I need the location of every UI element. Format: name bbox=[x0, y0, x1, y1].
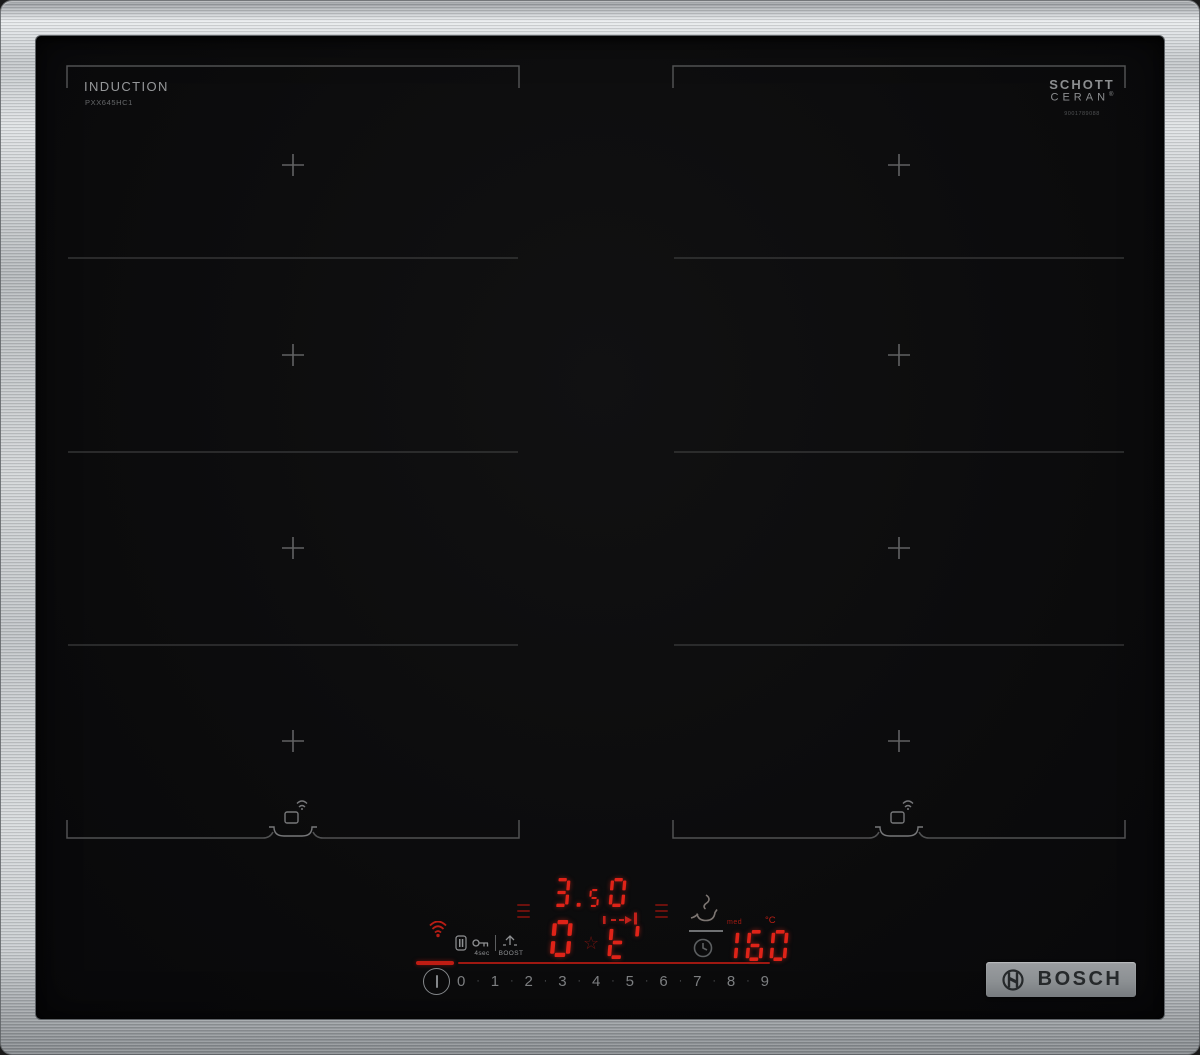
display-right-rear-level[interactable] bbox=[608, 878, 629, 908]
key-lock-hold-label: 4sec bbox=[474, 950, 490, 957]
control-divider bbox=[495, 935, 496, 951]
zone-bottom-bracket-right bbox=[312, 820, 520, 839]
fry-sensor-icon[interactable] bbox=[689, 894, 719, 922]
slider-dot: · bbox=[678, 975, 683, 987]
boost-icon[interactable] bbox=[502, 933, 518, 946]
cooking-zone-right bbox=[672, 65, 1126, 839]
pan-position-cross-marks bbox=[282, 154, 304, 752]
star-favorite-icon[interactable]: ☆ bbox=[583, 934, 599, 952]
slider-dot: · bbox=[746, 975, 750, 987]
slider-dot: · bbox=[611, 975, 615, 987]
flex-zone-left-icon[interactable] bbox=[517, 904, 530, 919]
cooking-zone-left bbox=[66, 65, 520, 839]
power-level-9[interactable]: 9 bbox=[761, 973, 769, 990]
wifi-icon[interactable] bbox=[428, 921, 448, 938]
slider-dot: · bbox=[644, 975, 649, 987]
boost-label: BOOST bbox=[498, 950, 524, 957]
power-level-6[interactable]: 6 bbox=[659, 973, 667, 990]
display-left-front-level[interactable] bbox=[550, 920, 575, 957]
ceramic-glass-surface: INDUCTION PXX645HC1 SCHOTT CERAN® 900178… bbox=[36, 36, 1164, 1019]
fry-section-divider bbox=[689, 930, 723, 932]
fry-temp-mode-label: med bbox=[727, 919, 743, 926]
pan-detect-icon bbox=[269, 800, 317, 837]
flex-zone-right-icon[interactable] bbox=[655, 904, 668, 919]
power-level-4[interactable]: 4 bbox=[592, 973, 600, 990]
fry-temp-unit: °C bbox=[765, 915, 776, 926]
wipe-protection-icon[interactable] bbox=[455, 935, 467, 951]
power-level-7[interactable]: 7 bbox=[693, 973, 701, 990]
key-lock-icon[interactable] bbox=[472, 937, 491, 949]
display-left-rear-level[interactable] bbox=[552, 878, 602, 908]
timer-run-icon[interactable] bbox=[603, 911, 639, 925]
power-level-5[interactable]: 5 bbox=[626, 973, 634, 990]
power-level-8[interactable]: 8 bbox=[727, 973, 735, 990]
zone-bottom-bracket-left bbox=[66, 820, 274, 839]
power-level-2[interactable]: 2 bbox=[524, 973, 532, 990]
slider-dot: · bbox=[509, 975, 514, 987]
induction-hob: INDUCTION PXX645HC1 SCHOTT CERAN® 900178… bbox=[0, 0, 1200, 1055]
slider-dot: · bbox=[712, 975, 717, 987]
slider-dot: · bbox=[543, 975, 548, 987]
slider-dot: · bbox=[577, 975, 582, 987]
slider-indicator-line bbox=[458, 962, 770, 964]
power-button[interactable] bbox=[423, 968, 450, 995]
bosch-badge: BOSCH bbox=[986, 962, 1136, 997]
power-slider[interactable]: 0 · 1 · 2 · 3 · 4 · 5 · 6 · 7 · 8 · 9 bbox=[457, 971, 769, 991]
zone-top-bracket bbox=[66, 65, 520, 88]
pan-detect-icon bbox=[875, 800, 923, 837]
clock-icon[interactable] bbox=[692, 937, 714, 959]
power-level-0[interactable]: 0 bbox=[457, 973, 465, 990]
power-indicator-segment bbox=[416, 961, 454, 965]
power-button-bar bbox=[435, 975, 438, 988]
slider-dot: · bbox=[476, 975, 480, 987]
pan-position-cross-marks bbox=[888, 154, 910, 752]
power-level-1[interactable]: 1 bbox=[491, 973, 499, 990]
power-level-3[interactable]: 3 bbox=[558, 973, 566, 990]
display-fry-temperature bbox=[720, 930, 791, 962]
bosch-armature-icon bbox=[1002, 968, 1024, 991]
bosch-wordmark: BOSCH bbox=[1037, 968, 1123, 990]
display-timer-function[interactable] bbox=[607, 926, 642, 960]
